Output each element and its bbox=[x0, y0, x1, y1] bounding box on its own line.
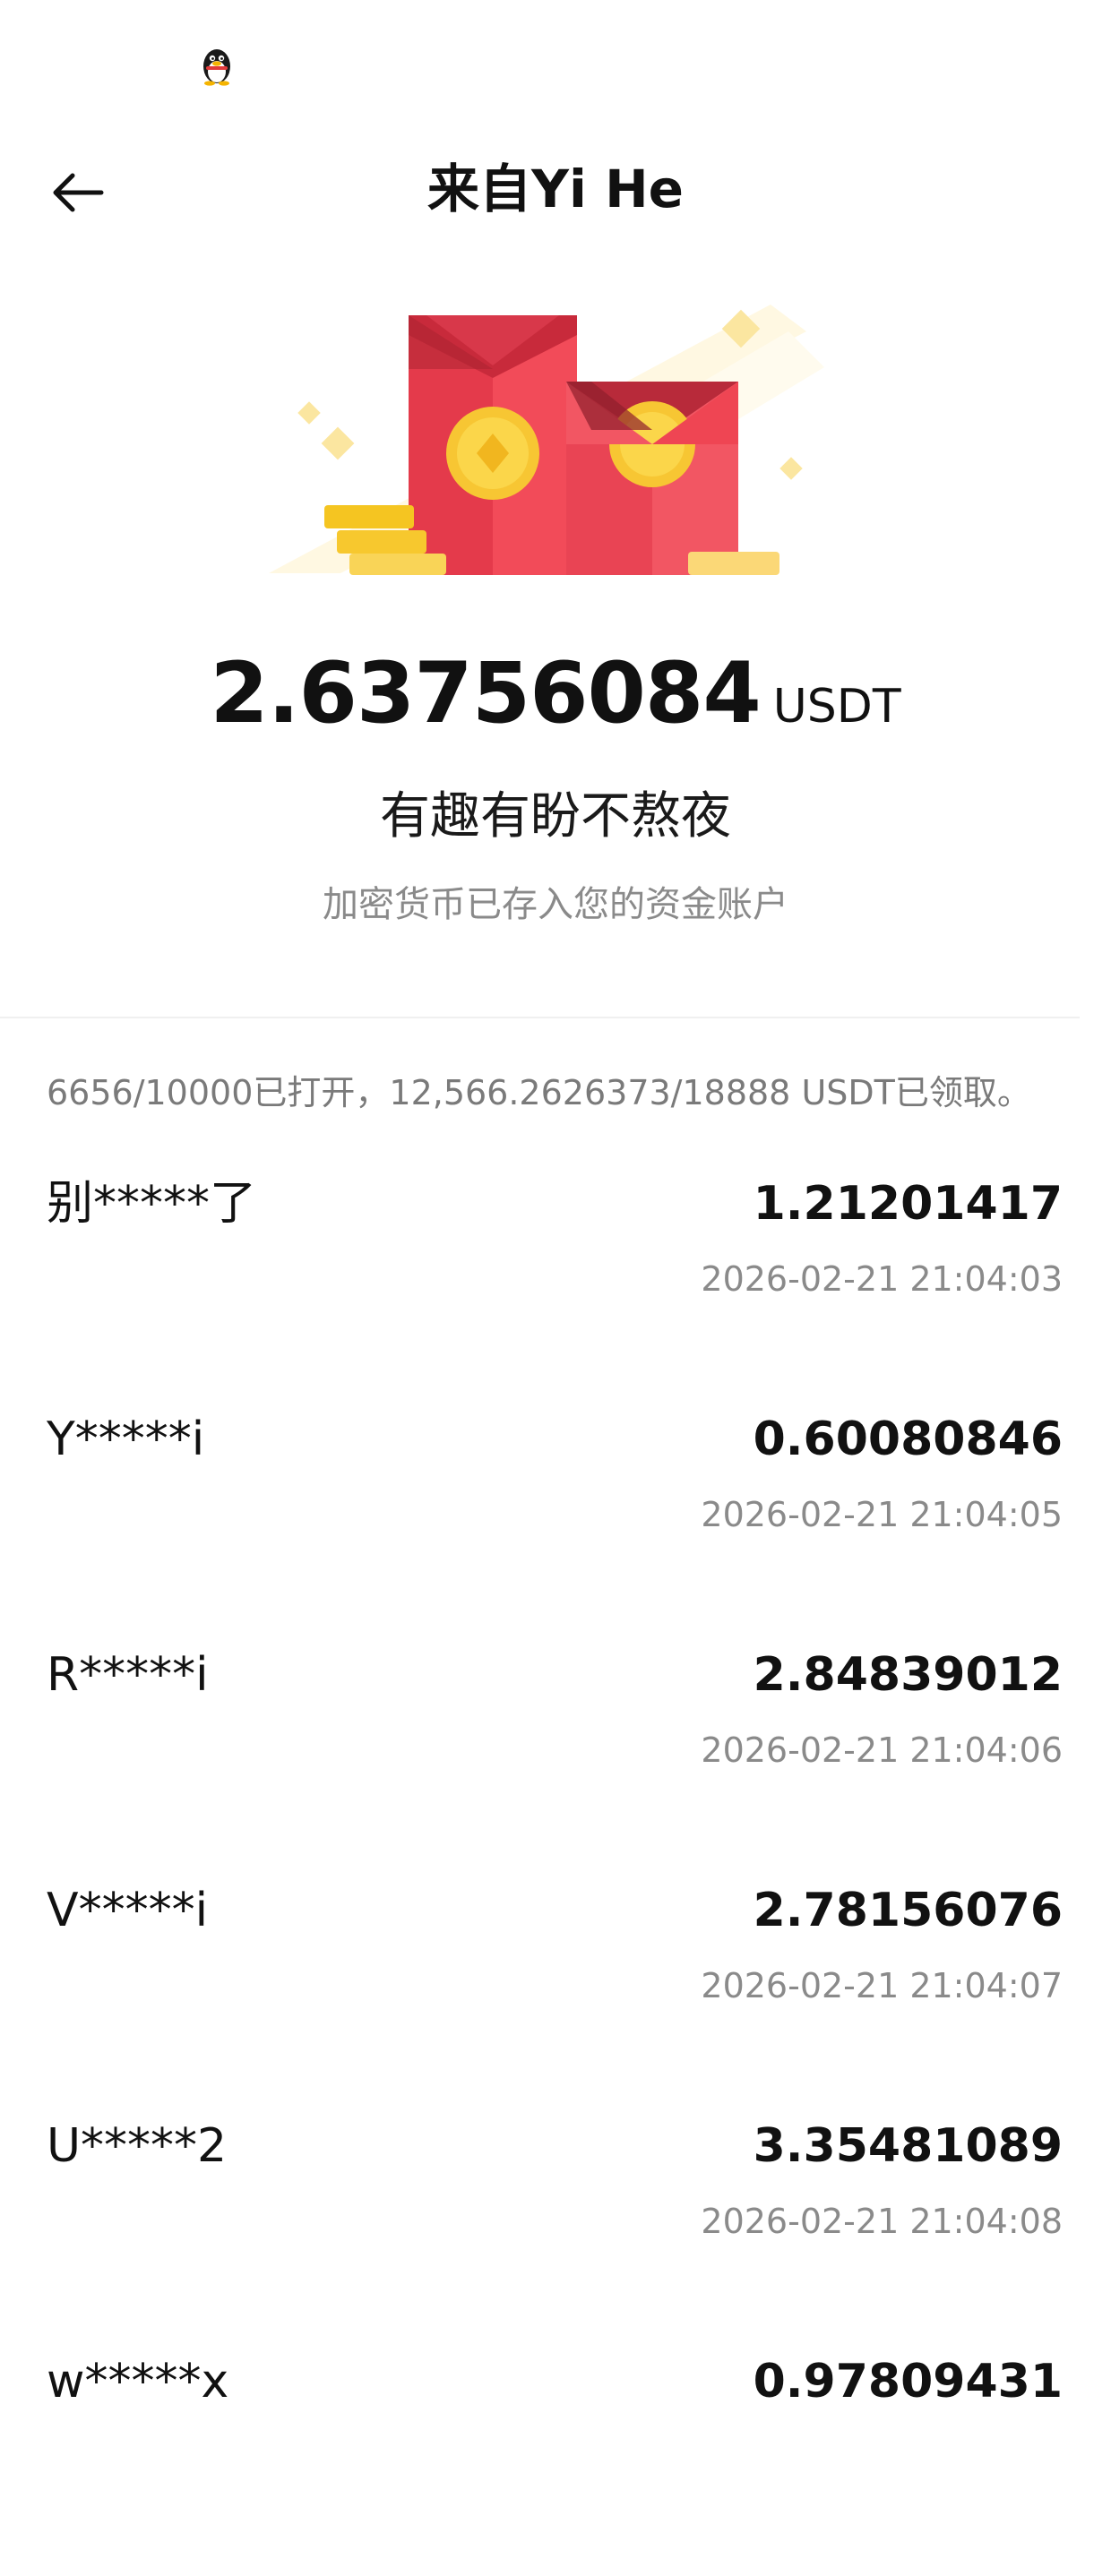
claim-amount: 2.84839012 bbox=[753, 1648, 1063, 1702]
claim-user: U*****2 bbox=[47, 2119, 228, 2173]
status-bar bbox=[0, 0, 1111, 134]
list-item: R*****i 2.84839012 2026-02-21 21:04:06 bbox=[47, 1634, 1063, 1869]
claim-user: w*****x bbox=[47, 2355, 229, 2409]
claim-user: V*****i bbox=[47, 1884, 209, 1937]
claim-amount: 1.21201417 bbox=[753, 1177, 1063, 1231]
claim-amount: 3.35481089 bbox=[753, 2119, 1063, 2173]
page-title: 来自Yi He bbox=[427, 159, 684, 219]
claims-list: 别*****了 1.21201417 2026-02-21 21:04:03 Y… bbox=[47, 1163, 1063, 2576]
qq-penguin-icon bbox=[203, 49, 230, 86]
amount-value: 2.63756084 bbox=[210, 645, 761, 743]
divider bbox=[0, 1017, 1080, 1018]
received-amount: 2.63756084 USDT bbox=[0, 645, 1111, 752]
claim-user: R*****i bbox=[47, 1648, 209, 1702]
claim-summary: 6656/10000已打开，12,566.2626373/18888 USDT已… bbox=[47, 1073, 1031, 1112]
list-item: 别*****了 1.21201417 2026-02-21 21:04:03 bbox=[47, 1163, 1063, 1398]
deposit-note: 加密货币已存入您的资金账户 bbox=[323, 884, 788, 925]
header: 来自Yi He bbox=[0, 134, 1111, 251]
list-item: V*****i 2.78156076 2026-02-21 21:04:07 bbox=[47, 1869, 1063, 2105]
list-item: U*****2 3.35481089 2026-02-21 21:04:08 bbox=[47, 2105, 1063, 2340]
claim-amount: 0.60080846 bbox=[753, 1413, 1063, 1466]
claim-user: 别*****了 bbox=[47, 1177, 257, 1231]
claim-time: 2026-02-21 21:04:06 bbox=[701, 1730, 1063, 1770]
blessing-message: 有趣有盼不熬夜 bbox=[380, 787, 731, 846]
list-item: w*****x 0.97809431 bbox=[47, 2340, 1063, 2576]
claim-time: 2026-02-21 21:04:07 bbox=[701, 1966, 1063, 2005]
claim-time: 2026-02-21 21:04:08 bbox=[701, 2202, 1063, 2241]
claim-time: 2026-02-21 21:04:03 bbox=[701, 1259, 1063, 1299]
claim-amount: 2.78156076 bbox=[753, 1884, 1063, 1937]
list-item: Y*****i 0.60080846 2026-02-21 21:04:05 bbox=[47, 1398, 1063, 1634]
red-packet-envelopes-icon bbox=[269, 305, 824, 575]
claim-amount: 0.97809431 bbox=[753, 2355, 1063, 2409]
claim-user: Y*****i bbox=[47, 1413, 205, 1466]
claim-time: 2026-02-21 21:04:05 bbox=[701, 1495, 1063, 1534]
amount-unit: USDT bbox=[772, 680, 901, 734]
